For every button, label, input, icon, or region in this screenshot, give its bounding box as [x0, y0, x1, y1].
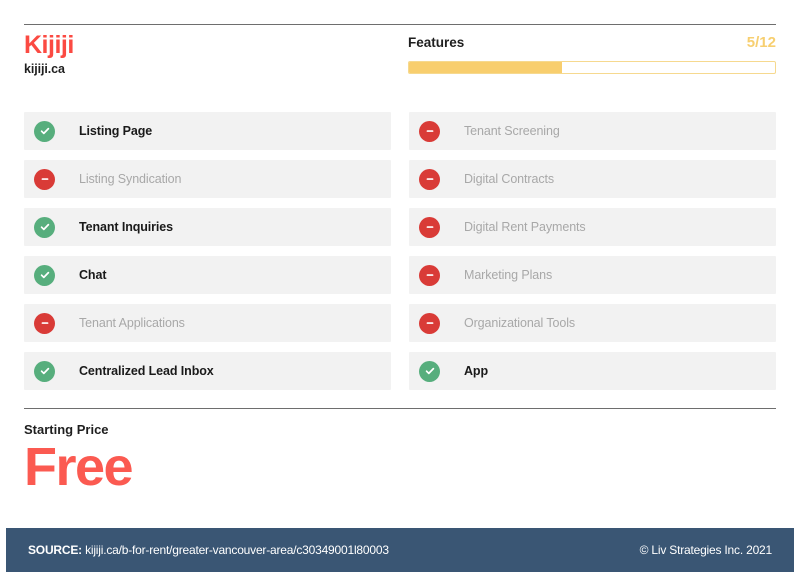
price-caption: Starting Price: [24, 422, 109, 437]
feature-label: Tenant Applications: [79, 316, 185, 330]
features-count: 5/12: [746, 34, 776, 51]
check-circle-icon: [34, 216, 55, 238]
feature-label: Tenant Inquiries: [79, 220, 174, 234]
minus-circle-icon: [419, 168, 440, 190]
check-circle-icon: [34, 120, 55, 142]
minus-circle-icon: [34, 168, 55, 190]
footer-source-label: SOURCE:: [28, 543, 82, 557]
feature-label: App: [464, 364, 488, 378]
comparison-slide: Kijiji kijiji.ca Features 5/12 Listing P…: [0, 0, 800, 578]
header-divider: [24, 24, 776, 25]
slide-header: Kijiji kijiji.ca Features 5/12: [24, 30, 776, 86]
feature-row[interactable]: Organizational Tools: [409, 304, 776, 342]
feature-label: Chat: [79, 268, 107, 282]
feature-label: Tenant Screening: [464, 124, 560, 138]
features-label: Features: [408, 35, 465, 50]
minus-circle-icon: [419, 216, 440, 238]
footer-source: SOURCE: kijiji.ca/b-for-rent/greater-van…: [28, 543, 389, 557]
minus-circle-icon: [34, 312, 55, 334]
feature-row[interactable]: Tenant Screening: [409, 112, 776, 150]
feature-label: Digital Rent Payments: [464, 220, 586, 234]
feature-label: Marketing Plans: [464, 268, 553, 282]
feature-row[interactable]: Digital Contracts: [409, 160, 776, 198]
features-progress-bar: [408, 61, 776, 74]
feature-label: Centralized Lead Inbox: [79, 364, 214, 378]
feature-row[interactable]: Tenant Applications: [24, 304, 391, 342]
feature-row[interactable]: Chat: [24, 256, 391, 294]
feature-row[interactable]: Listing Page: [24, 112, 391, 150]
price-block: Starting Price Free: [24, 422, 134, 497]
features-summary-row: Features 5/12: [408, 34, 776, 51]
feature-row[interactable]: Marketing Plans: [409, 256, 776, 294]
feature-label: Organizational Tools: [464, 316, 576, 330]
minus-circle-icon: [419, 120, 440, 142]
feature-label: Digital Contracts: [464, 172, 554, 186]
features-summary: Features 5/12: [408, 30, 776, 74]
footer-copyright: © Liv Strategies Inc. 2021: [639, 543, 773, 557]
feature-row[interactable]: App: [409, 352, 776, 390]
brand-name: Kijiji: [24, 31, 74, 59]
minus-circle-icon: [419, 264, 440, 286]
feature-row[interactable]: Digital Rent Payments: [409, 208, 776, 246]
feature-row[interactable]: Tenant Inquiries: [24, 208, 391, 246]
feature-row[interactable]: Listing Syndication: [24, 160, 391, 198]
feature-grid: Listing Page Tenant Screening Listing Synd…: [24, 112, 776, 390]
check-circle-icon: [34, 360, 55, 382]
price-value: Free: [24, 437, 134, 497]
feature-label: Listing Page: [79, 124, 153, 138]
footer-source-url: kijiji.ca/b-for-rent/greater-vancouver-a…: [85, 543, 389, 557]
check-circle-icon: [419, 360, 440, 382]
check-circle-icon: [34, 264, 55, 286]
brand-block: Kijiji kijiji.ca: [24, 30, 408, 77]
brand-url: kijiji.ca: [24, 62, 65, 77]
price-divider: [24, 408, 776, 409]
feature-row[interactable]: Centralized Lead Inbox: [24, 352, 391, 390]
footer-bar: SOURCE: kijiji.ca/b-for-rent/greater-van…: [6, 528, 794, 572]
minus-circle-icon: [419, 312, 440, 334]
features-progress-fill: [409, 62, 562, 73]
feature-label: Listing Syndication: [79, 172, 182, 186]
